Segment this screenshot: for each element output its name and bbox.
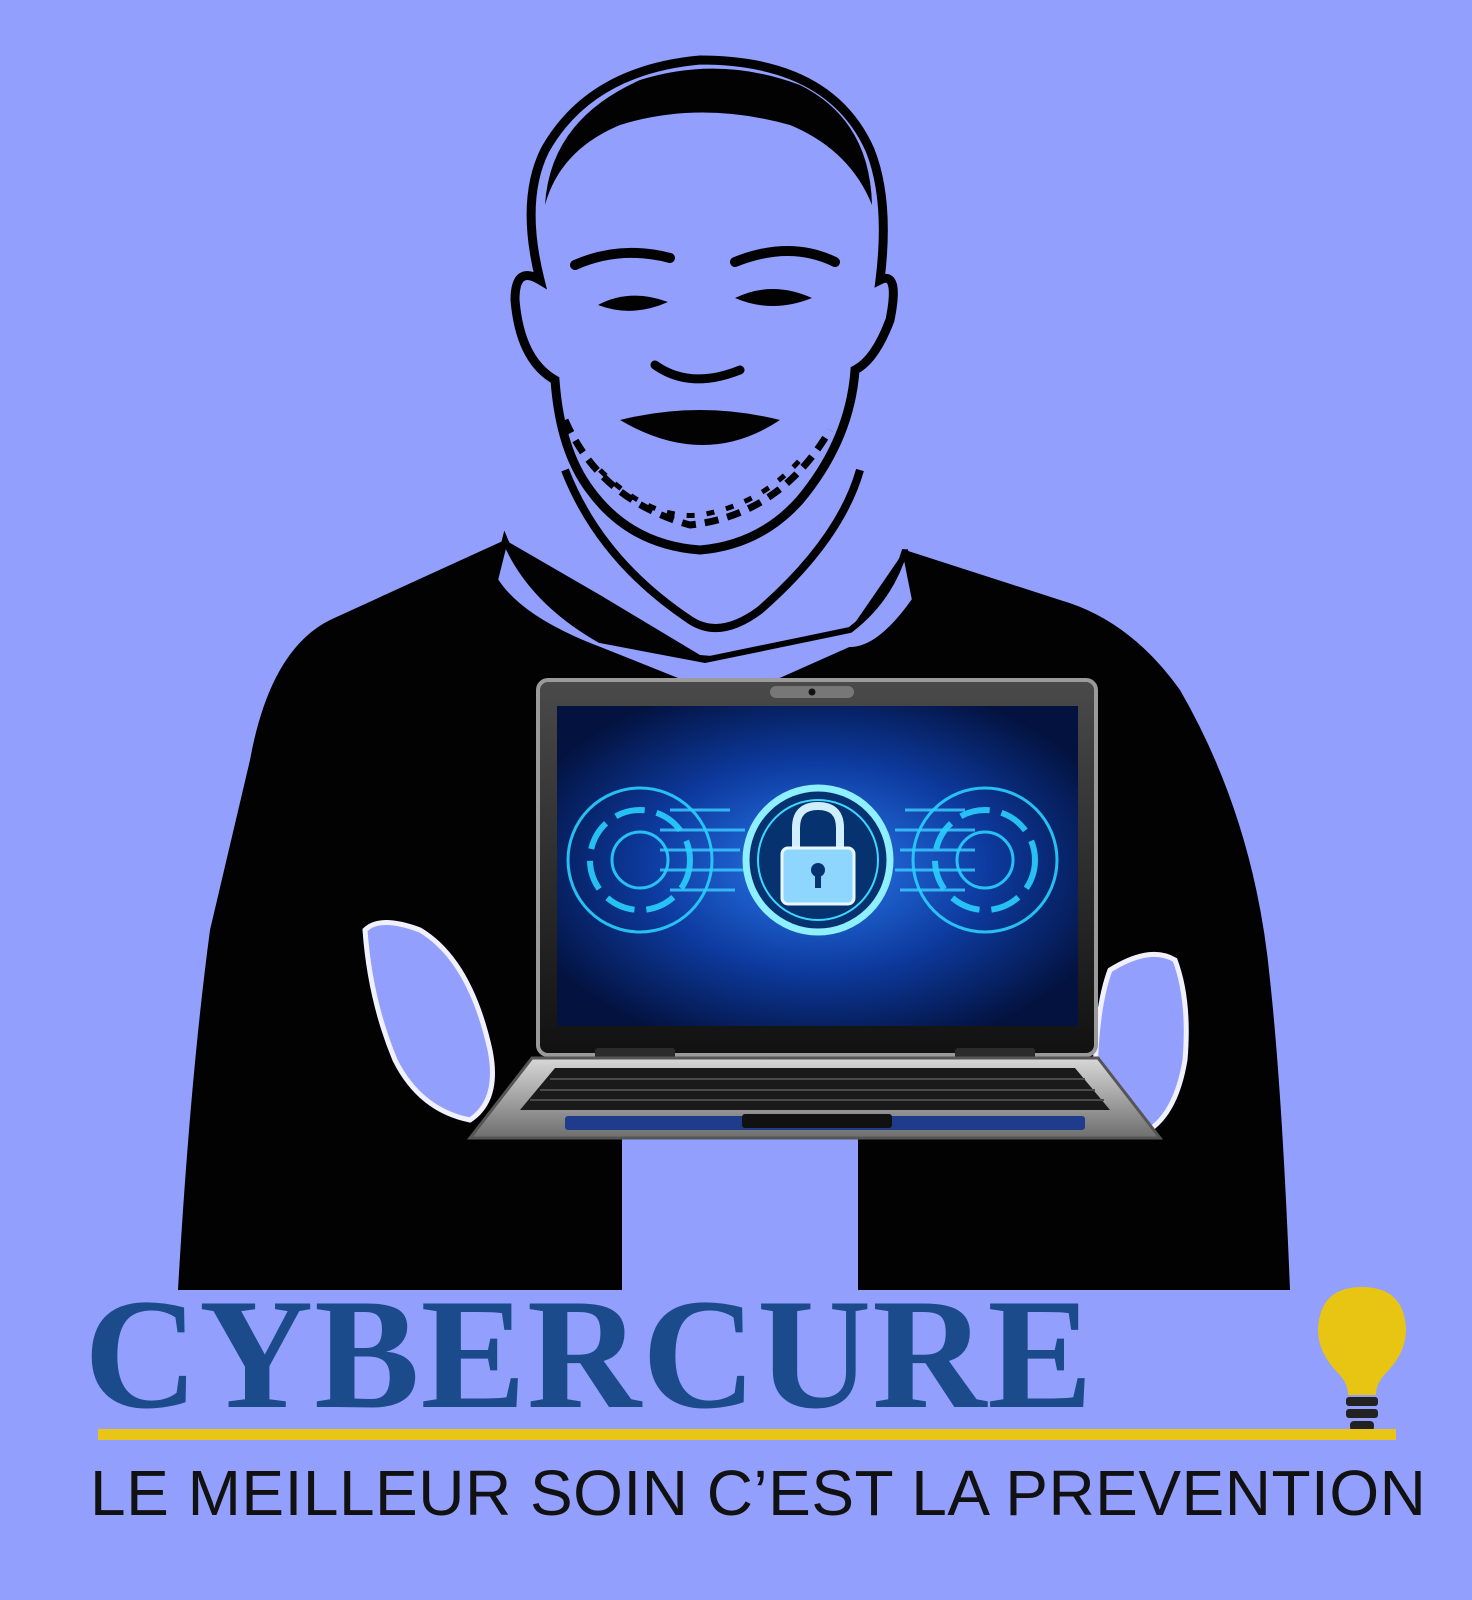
tagline: LE MEILLEUR SOIN C’EST LA PREVENTION xyxy=(90,1457,1427,1529)
brand-title: CYBERCURE xyxy=(84,1267,1094,1442)
laptop-trackpad xyxy=(742,1114,892,1128)
poster: CYBERCURE LE MEILLEUR SOIN C’EST LA PREV… xyxy=(0,0,1472,1600)
brand-block: CYBERCURE LE MEILLEUR SOIN C’EST LA PREV… xyxy=(0,1275,1472,1600)
person-with-laptop-illustration xyxy=(178,55,1290,1290)
lightbulb-icon xyxy=(1318,1287,1406,1431)
laptop xyxy=(466,678,1164,1140)
padlock-icon xyxy=(742,784,894,936)
brand-underline xyxy=(98,1429,1396,1440)
